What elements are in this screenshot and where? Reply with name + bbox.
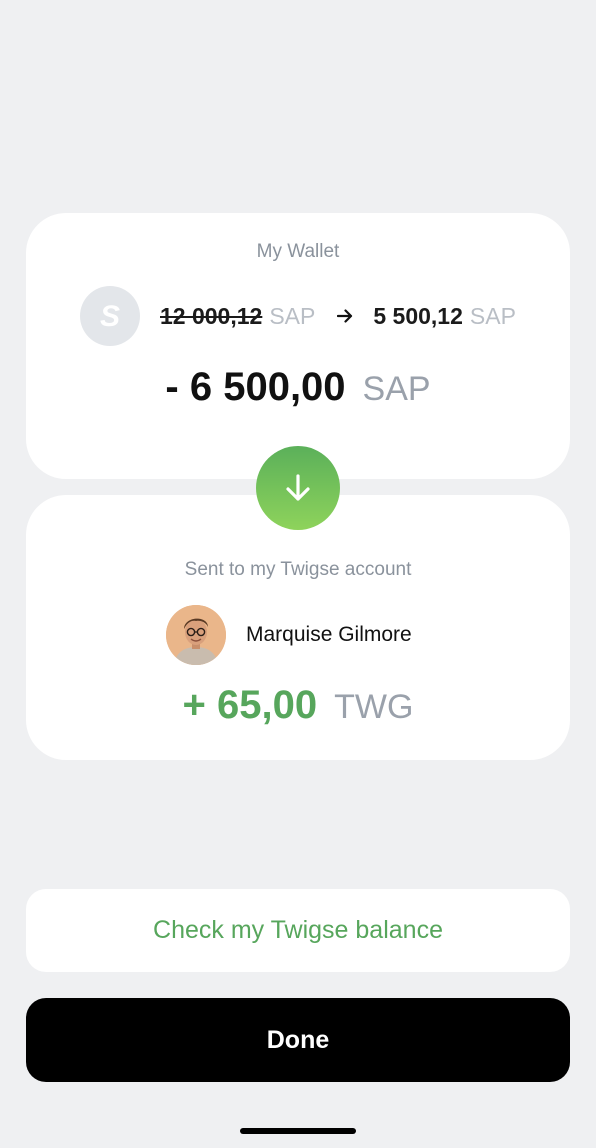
arrow-down-icon [286, 474, 310, 501]
recipient-row: Marquise Gilmore [166, 605, 412, 665]
recipient-label: Sent to my Twigse account [184, 559, 412, 580]
recipient-amount-row: + 65,00 TWG [26, 683, 570, 728]
check-balance-button[interactable]: Check my Twigse balance [26, 889, 570, 972]
old-balance-currency: SAP [269, 302, 316, 329]
s-token-icon: S [80, 286, 140, 346]
avatar [166, 605, 226, 665]
wallet-label: My Wallet [256, 241, 340, 262]
wallet-change-row: - 6 500,00 SAP [26, 365, 570, 410]
transfer-indicator [256, 446, 340, 530]
debit-currency: SAP [362, 370, 431, 408]
done-button[interactable]: Done [26, 998, 570, 1082]
credit-amount: + 65,00 [182, 683, 318, 727]
new-balance-currency: SAP [469, 302, 516, 329]
recipient-name: Marquise Gilmore [246, 623, 412, 646]
arrow-right-icon [337, 309, 353, 323]
debit-amount: - 6 500,00 [165, 365, 346, 409]
svg-text:S: S [100, 301, 120, 331]
recipient-card: Sent to my Twigse account Marquise Gilmo… [26, 495, 570, 760]
old-balance: 12 000,12 [160, 302, 263, 329]
credit-currency: TWG [334, 688, 414, 726]
wallet-card: My Wallet S 12 000,12 SAP 5 500,12 SAP -… [26, 213, 570, 479]
home-indicator[interactable] [240, 1128, 356, 1134]
wallet-balance-change: S 12 000,12 SAP 5 500,12 SAP [80, 285, 516, 347]
new-balance: 5 500,12 [373, 302, 463, 329]
